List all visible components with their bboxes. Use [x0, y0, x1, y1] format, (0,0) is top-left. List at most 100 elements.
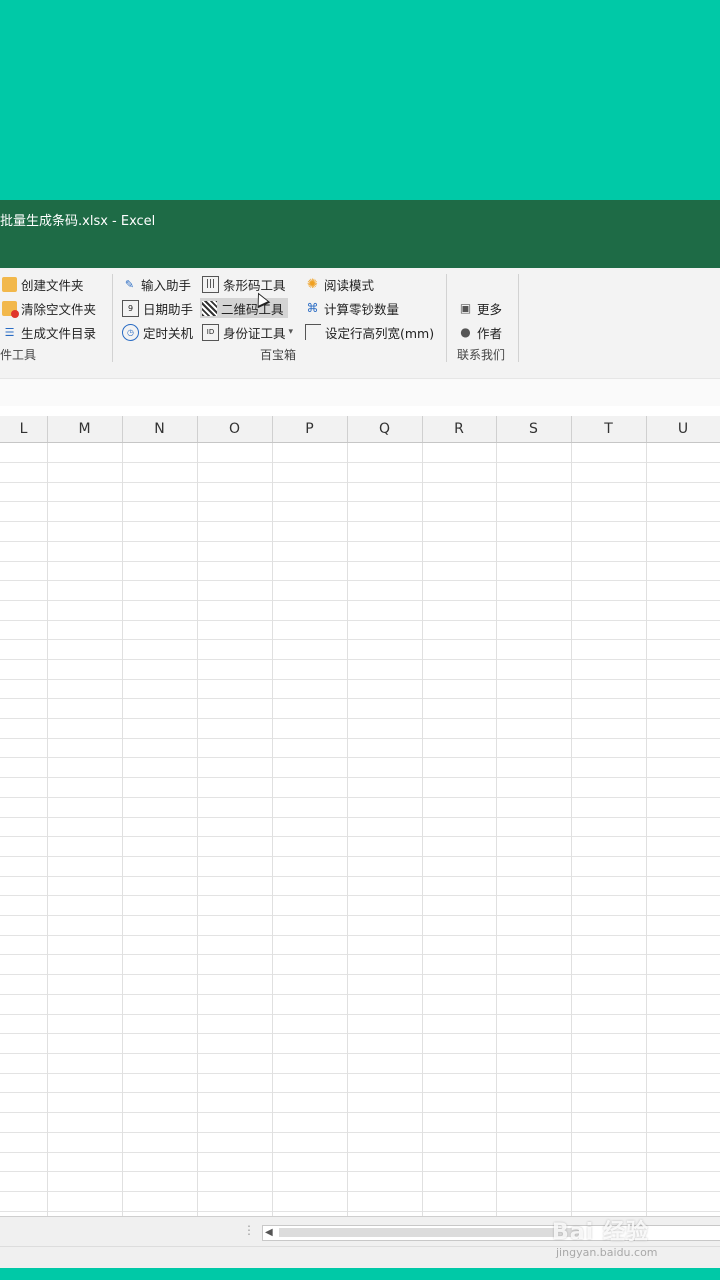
briefcase-icon: ▣ [459, 300, 472, 315]
date-assistant-button[interactable]: 9 日期助手 [122, 298, 197, 318]
id-card-icon: ID [202, 323, 219, 341]
row-gridline [0, 757, 720, 758]
formula-strip [0, 378, 720, 407]
row-gridline [0, 718, 720, 719]
cell-area[interactable] [0, 443, 720, 1216]
row-gridline [0, 1152, 720, 1153]
column-gridline [197, 443, 198, 1216]
row-gridline [0, 876, 720, 877]
row-gridline [0, 1191, 720, 1192]
column-header[interactable]: S [496, 416, 572, 442]
column-header[interactable]: R [422, 416, 497, 442]
row-gridline [0, 462, 720, 463]
row-gridline [0, 1211, 720, 1212]
row-gridline [0, 698, 720, 699]
column-header[interactable]: Q [347, 416, 423, 442]
pen-icon: ✎ [124, 277, 135, 291]
column-header[interactable]: M [47, 416, 123, 442]
scroll-left-icon[interactable]: ◀ [265, 1226, 273, 1240]
dropdown-icon[interactable]: ▾ [289, 327, 294, 337]
list-icon: ☰ [4, 325, 15, 339]
count-change-label: 计算零钞数量 [324, 301, 400, 317]
row-gridline [0, 1171, 720, 1172]
column-header[interactable]: O [197, 416, 273, 442]
column-gridline [272, 443, 273, 1216]
id-card-tool-label: 身份证工具 [223, 325, 286, 341]
row-gridline [0, 797, 720, 798]
more-button[interactable]: ▣ 更多 [458, 298, 506, 318]
barcode-tool-button[interactable]: ||| 条形码工具 [202, 274, 290, 294]
row-gridline [0, 974, 720, 975]
column-header[interactable]: L [0, 416, 48, 442]
reading-mode-button[interactable]: ✺ 阅读模式 [305, 274, 378, 294]
scheduled-shutdown-button[interactable]: ◷ 定时关机 [122, 322, 197, 342]
column-header[interactable]: P [272, 416, 348, 442]
column-header[interactable]: N [122, 416, 198, 442]
column-header[interactable]: U [646, 416, 720, 442]
author-label: 作者 [477, 325, 503, 341]
bottom-backdrop [0, 1268, 720, 1280]
clear-empty-folder-button[interactable]: 清除空文件夹 [2, 298, 100, 318]
create-folder-label: 创建文件夹 [21, 277, 84, 293]
row-gridline [0, 1053, 720, 1054]
horizontal-scrollbar[interactable]: ◀ [262, 1225, 720, 1241]
row-gridline [0, 501, 720, 502]
input-assistant-label: 输入助手 [141, 277, 192, 293]
column-gridline [422, 443, 423, 1216]
row-gridline [0, 521, 720, 522]
table-size-icon [305, 324, 321, 340]
row-gridline [0, 836, 720, 837]
splitter-handle[interactable]: ⋮ [243, 1223, 255, 1237]
more-label: 更多 [477, 301, 503, 317]
clock-icon: ◷ [122, 323, 139, 341]
folder-envelope-icon [2, 276, 17, 292]
column-header[interactable]: T [571, 416, 647, 442]
group-divider [112, 274, 113, 362]
row-gridline [0, 817, 720, 818]
row-gridline [0, 915, 720, 916]
row-gridline [0, 659, 720, 660]
scroll-thumb[interactable] [279, 1228, 579, 1237]
scheduled-shutdown-label: 定时关机 [143, 325, 194, 341]
baobao-group-label: 百宝箱 [260, 348, 297, 362]
row-gridline [0, 541, 720, 542]
row-gridline [0, 482, 720, 483]
create-folder-button[interactable]: 创建文件夹 [2, 274, 88, 294]
watermark-url: jingyan.baidu.com [556, 1246, 658, 1259]
contact-group-label: 联系我们 [457, 348, 506, 362]
sun-icon: ✺ [307, 276, 318, 292]
row-gridline [0, 994, 720, 995]
row-gridline [0, 895, 720, 896]
row-gridline [0, 1014, 720, 1015]
author-button[interactable]: ● 作者 [458, 322, 506, 342]
count-change-button[interactable]: ⌘ 计算零钞数量 [305, 298, 403, 318]
column-gridline [646, 443, 647, 1216]
generate-file-list-label: 生成文件目录 [21, 325, 97, 341]
calendar-icon: 9 [122, 299, 139, 317]
qrcode-tool-button[interactable]: 二维码工具 [200, 298, 288, 318]
generate-file-list-button[interactable]: ☰ 生成文件目录 [2, 322, 100, 342]
spreadsheet-grid[interactable]: L M N O P Q R S T U [0, 406, 720, 1216]
group-divider [518, 274, 519, 362]
row-gridline [0, 600, 720, 601]
row-gridline [0, 777, 720, 778]
barcode-icon: ||| [202, 275, 219, 293]
row-gridline [0, 1073, 720, 1074]
reading-mode-label: 阅读模式 [324, 277, 375, 293]
window-title: 批量生成条码.xlsx - Excel [0, 214, 156, 229]
row-gridline [0, 1092, 720, 1093]
row-gridline [0, 620, 720, 621]
column-gridline [347, 443, 348, 1216]
row-gridline [0, 639, 720, 640]
input-assistant-button[interactable]: ✎ 输入助手 [122, 274, 195, 294]
clear-empty-folder-label: 清除空文件夹 [21, 301, 97, 317]
hierarchy-icon: ⌘ [306, 300, 319, 315]
date-assistant-label: 日期助手 [143, 301, 194, 317]
title-bar: 批量生成条码.xlsx - Excel [0, 200, 720, 268]
row-gridline [0, 1132, 720, 1133]
id-card-tool-button[interactable]: ID 身份证工具 ▾ [202, 322, 297, 342]
set-row-col-size-button[interactable]: 设定行高列宽(mm) [305, 322, 438, 342]
column-gridline [122, 443, 123, 1216]
row-gridline [0, 954, 720, 955]
watermark: Bai 经验 [552, 1220, 649, 1245]
